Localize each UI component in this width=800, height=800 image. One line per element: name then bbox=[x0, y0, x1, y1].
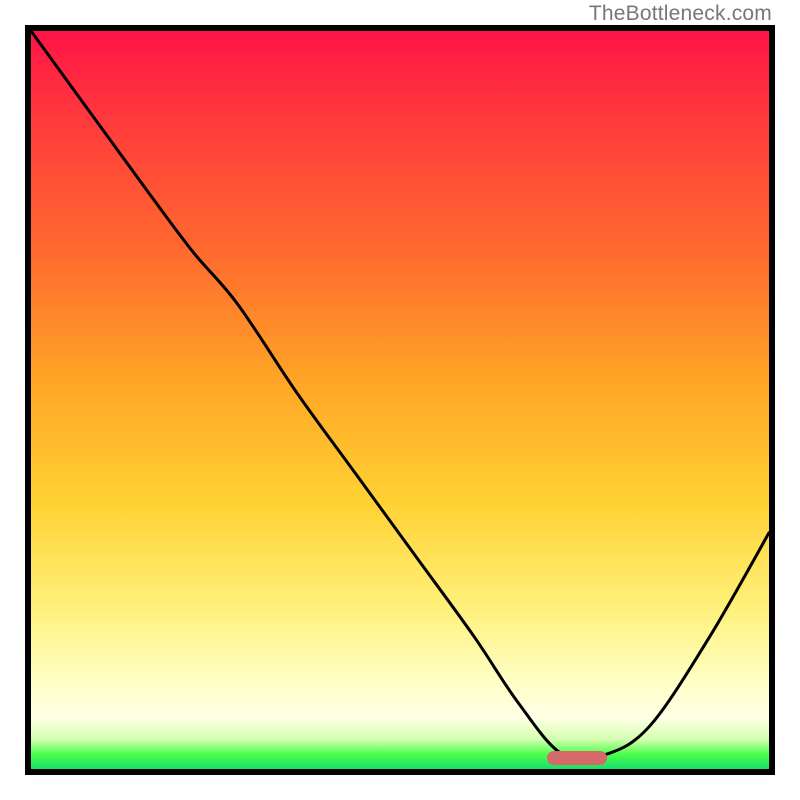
bottleneck-curve bbox=[31, 31, 769, 769]
chart-frame bbox=[25, 25, 775, 775]
attribution-text: TheBottleneck.com bbox=[589, 2, 772, 26]
optimal-marker bbox=[547, 751, 607, 765]
